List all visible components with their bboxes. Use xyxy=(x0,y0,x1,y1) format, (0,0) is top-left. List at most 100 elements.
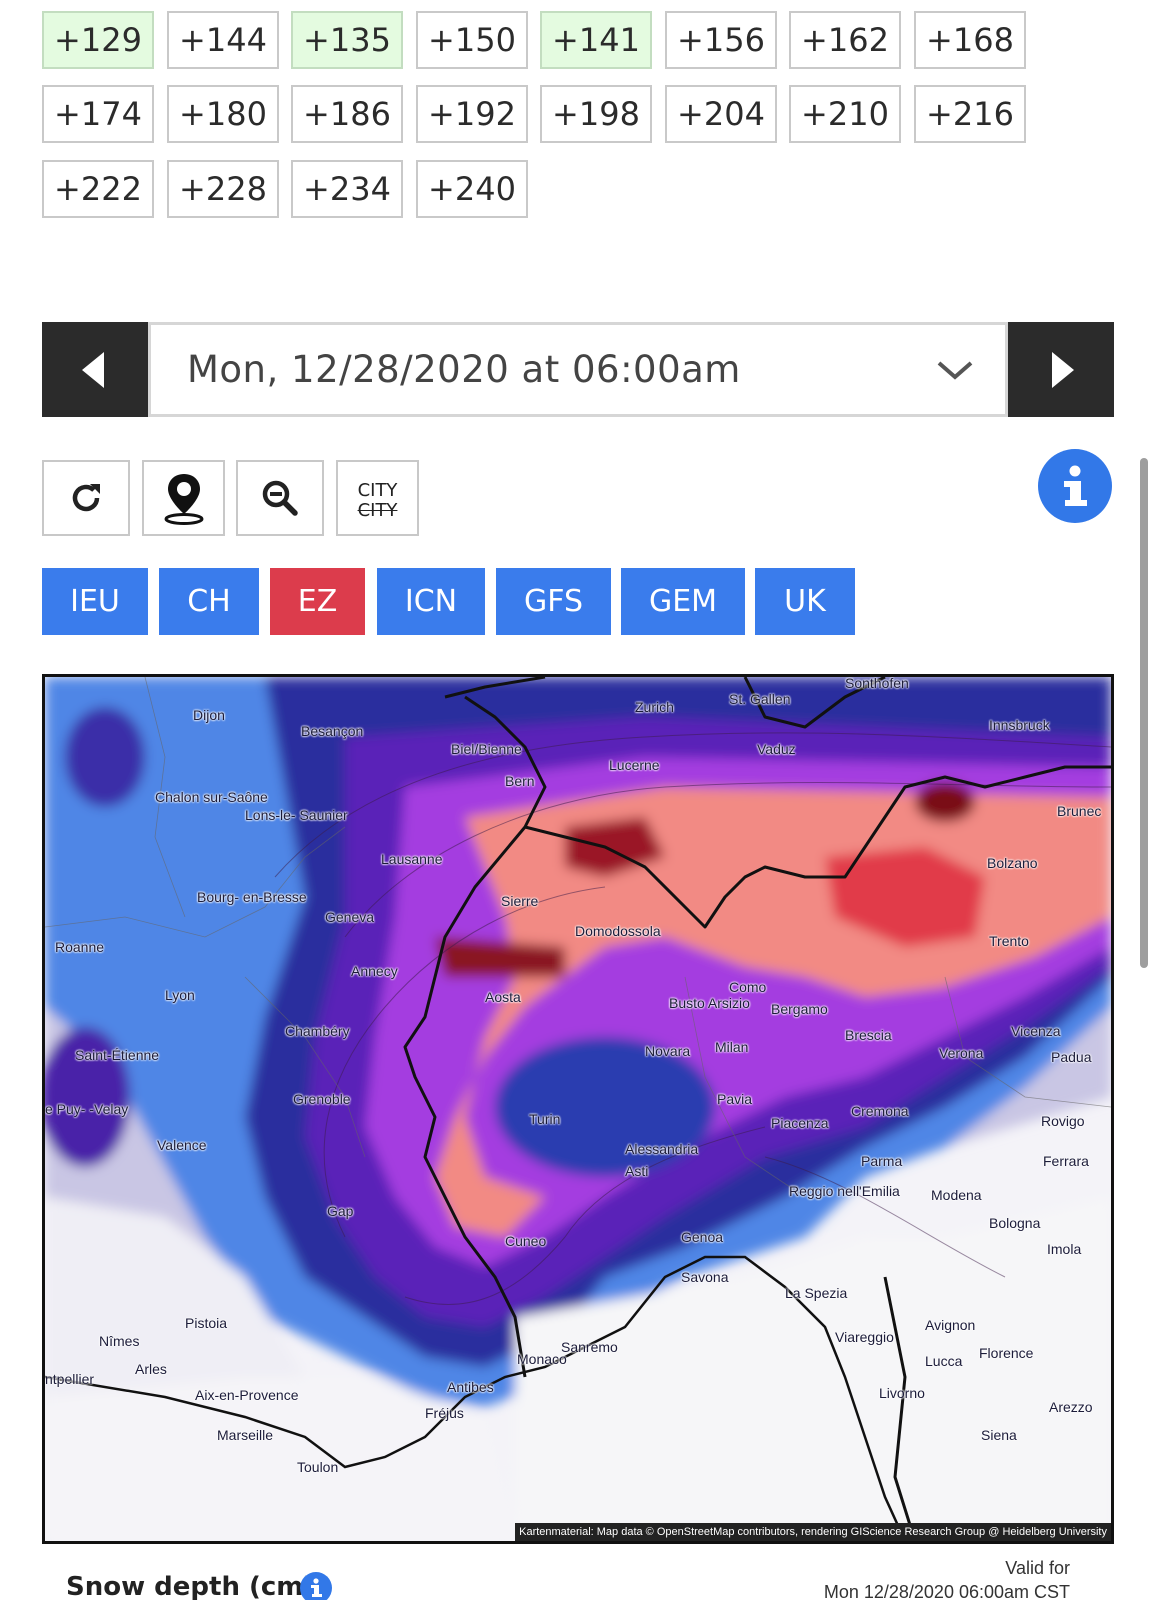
city-label: Genoa xyxy=(681,1229,724,1245)
forecast-hour-button[interactable]: +129 xyxy=(42,11,154,69)
refresh-icon xyxy=(72,484,100,512)
forecast-hour-button[interactable]: +216 xyxy=(914,85,1026,143)
city-label: Zurich xyxy=(635,699,674,715)
info-button[interactable] xyxy=(1038,449,1112,523)
city-label: Bologna xyxy=(989,1215,1041,1231)
model-tab-icn[interactable]: ICN xyxy=(377,568,485,635)
city-label: Avignon xyxy=(925,1317,976,1333)
city-label: Aosta xyxy=(485,989,521,1005)
city-label: Arles xyxy=(135,1361,167,1377)
info-icon xyxy=(1064,465,1087,506)
city-label: Rovigo xyxy=(1041,1113,1085,1129)
caret-right-icon xyxy=(1052,352,1074,388)
forecast-hour-button[interactable]: +174 xyxy=(42,85,154,143)
forecast-hour-button[interactable]: +162 xyxy=(789,11,901,69)
city-label: Reggio nell'Emilia xyxy=(789,1183,900,1199)
location-button[interactable] xyxy=(142,460,225,536)
forecast-hour-button[interactable]: +234 xyxy=(291,160,403,218)
city-label: Sonthofen xyxy=(845,675,909,691)
forecast-hour-button[interactable]: +228 xyxy=(167,160,279,218)
city-label: Domodossola xyxy=(575,923,661,939)
city-label: ntpellier xyxy=(45,1371,95,1387)
city-label: Gap xyxy=(327,1203,354,1219)
model-tab-uk[interactable]: UK xyxy=(755,568,855,635)
forecast-hour-button[interactable]: +198 xyxy=(540,85,652,143)
city-label: Bolzano xyxy=(987,855,1038,871)
city-label: Chambéry xyxy=(285,1023,350,1039)
forecast-hour-button[interactable]: +135 xyxy=(291,11,403,69)
city-label: Saint-Étienne xyxy=(75,1047,160,1063)
city-label: Livorno xyxy=(879,1385,925,1401)
forecast-hour-button[interactable]: +141 xyxy=(540,11,652,69)
city-label: Pavia xyxy=(717,1091,753,1107)
city-label: Vaduz xyxy=(757,741,796,757)
city-label: Sanremo xyxy=(561,1339,618,1355)
city-label: Aix-en-Provence xyxy=(195,1387,299,1403)
valid-for-label: Valid for xyxy=(1005,1558,1070,1578)
model-tab-ch[interactable]: CH xyxy=(159,568,259,635)
city-label: Cremona xyxy=(851,1103,909,1119)
forecast-hour-button[interactable]: +156 xyxy=(665,11,777,69)
city-label: Verona xyxy=(939,1045,984,1061)
selected-date-text: Mon, 12/28/2020 at 06:00am xyxy=(187,348,741,391)
forecast-hour-button[interactable]: +240 xyxy=(416,160,528,218)
date-select-dropdown[interactable]: Mon, 12/28/2020 at 06:00am xyxy=(148,322,1008,417)
next-time-button[interactable] xyxy=(1008,322,1114,417)
city-label: Lyon xyxy=(165,987,195,1003)
city-labels-toggle[interactable]: CITY CITY xyxy=(336,460,419,536)
model-tab-ez[interactable]: EZ xyxy=(270,568,365,635)
city-label: Nîmes xyxy=(99,1333,140,1349)
city-label: Asti xyxy=(625,1163,649,1179)
model-tab-gem[interactable]: GEM xyxy=(621,568,745,635)
forecast-hour-button[interactable]: +150 xyxy=(416,11,528,69)
city-label: Biel/Bienne xyxy=(451,741,522,757)
forecast-hour-button[interactable]: +204 xyxy=(665,85,777,143)
city-label: Brunec xyxy=(1057,803,1102,819)
model-tab-gfs[interactable]: GFS xyxy=(496,568,611,635)
city-label: Roanne xyxy=(55,939,105,955)
city-label: Dijon xyxy=(193,707,225,723)
city-toggle-label: CITY xyxy=(357,480,398,501)
caret-left-icon xyxy=(82,352,104,388)
info-icon xyxy=(311,1578,322,1597)
legend-info-button[interactable] xyxy=(300,1572,332,1600)
forecast-hour-button[interactable]: +186 xyxy=(291,85,403,143)
city-label: Turin xyxy=(529,1111,561,1127)
city-label: Busto Arsizio xyxy=(669,995,750,1011)
forecast-hour-button[interactable]: +180 xyxy=(167,85,279,143)
date-selector-row: Mon, 12/28/2020 at 06:00am xyxy=(42,322,1114,417)
city-label: Lucerne xyxy=(609,757,660,773)
location-pin-icon xyxy=(164,474,203,525)
city-label: Lausanne xyxy=(381,851,443,867)
city-label: Sierre xyxy=(501,893,539,909)
zoom-out-button[interactable] xyxy=(236,460,324,536)
model-tab-ieu[interactable]: IEU xyxy=(42,568,148,635)
forecast-hour-button[interactable]: +144 xyxy=(167,11,279,69)
city-label: Annecy xyxy=(351,963,398,979)
forecast-hour-button[interactable]: +222 xyxy=(42,160,154,218)
city-label: Lons-le- Saunier xyxy=(245,807,348,823)
city-label: Florence xyxy=(979,1345,1034,1361)
snow-depth-map[interactable]: Sonthofen Zurich St. Gallen Innsbruck Dijon B… xyxy=(42,674,1114,1544)
valid-time: Mon 12/28/2020 06:00am CST xyxy=(823,1582,1070,1600)
city-label: Pistoia xyxy=(185,1315,228,1331)
city-label: Innsbruck xyxy=(989,717,1050,733)
city-label: Bourg- en-Bresse xyxy=(197,889,307,905)
map-attribution: Kartenmaterial: Map data © OpenStreetMap… xyxy=(515,1523,1111,1541)
city-label: Alessandria xyxy=(625,1141,699,1157)
refresh-button[interactable] xyxy=(42,460,130,536)
page-scrollbar[interactable] xyxy=(1140,458,1148,968)
forecast-hour-button[interactable]: +210 xyxy=(789,85,901,143)
forecast-hour-button[interactable]: +168 xyxy=(914,11,1026,69)
forecast-hour-button[interactable]: +192 xyxy=(416,85,528,143)
city-label: e Puy- -Velay xyxy=(45,1101,129,1117)
city-label: Como xyxy=(729,979,767,995)
city-label: Milan xyxy=(715,1039,749,1055)
city-label: Novara xyxy=(645,1043,691,1059)
city-label: Fréjus xyxy=(425,1405,464,1421)
city-toggle-label-struck: CITY xyxy=(357,500,398,521)
city-label: Viareggio xyxy=(835,1329,894,1345)
city-label: Lucca xyxy=(925,1353,963,1369)
city-label: Savona xyxy=(681,1269,729,1285)
previous-time-button[interactable] xyxy=(42,322,148,417)
